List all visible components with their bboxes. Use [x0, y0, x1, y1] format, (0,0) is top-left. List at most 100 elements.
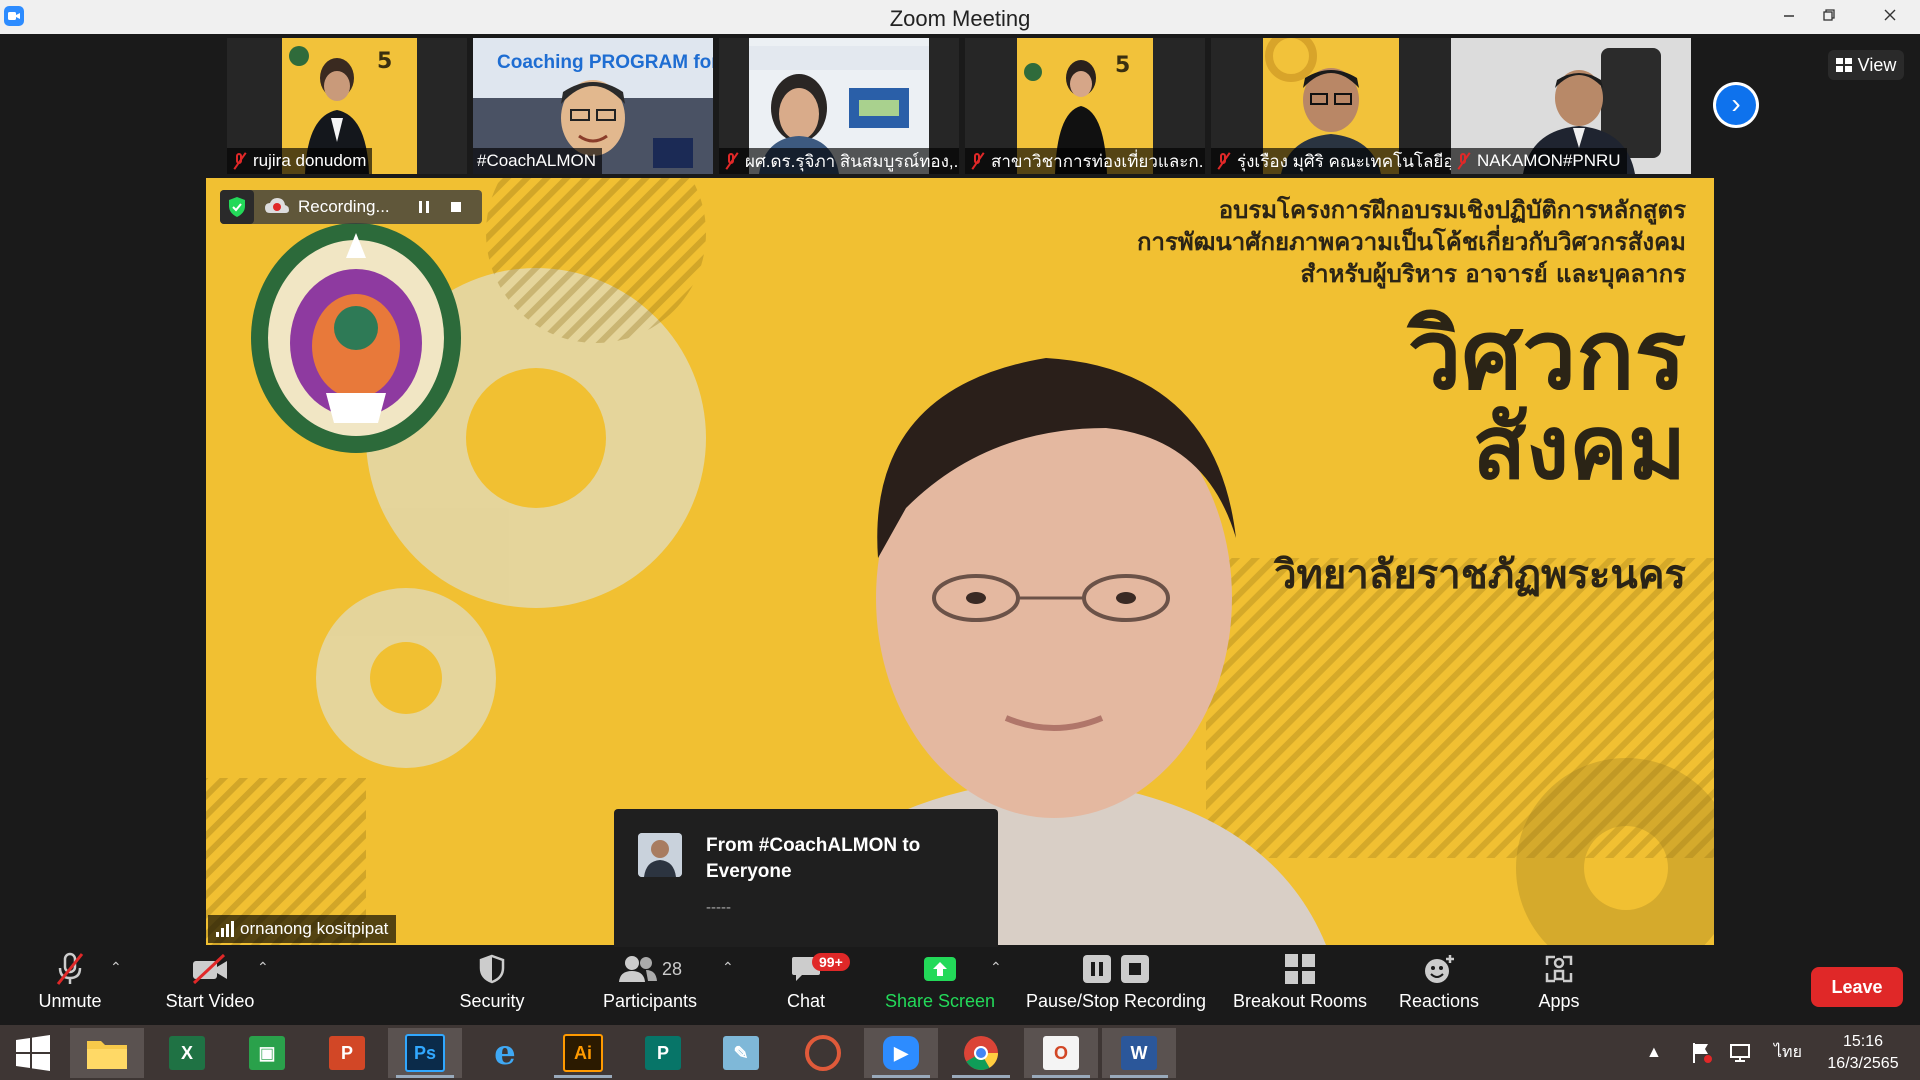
participant-thumbnail[interactable]: Coaching PROGRAM for #CoachALMON	[473, 38, 713, 174]
clock-date: 16/3/2565	[1827, 1055, 1899, 1072]
restore-button[interactable]	[1806, 0, 1852, 30]
unmute-label: Unmute	[38, 991, 102, 1011]
zoom-icon: ▶	[883, 1036, 919, 1070]
taskbar-file-explorer[interactable]	[70, 1028, 144, 1078]
illustrator-icon: Ai	[563, 1034, 603, 1072]
slide-line-2: การพัฒนาศักยภาพความเป็นโค้ชเกี่ยวกับวิศว…	[1137, 224, 1686, 256]
show-hidden-icons-button[interactable]: ▲	[1646, 1025, 1662, 1080]
taskbar-store[interactable]: ▣	[230, 1028, 304, 1078]
participants-count: 28	[661, 958, 683, 979]
pause-recording-button[interactable]	[408, 200, 440, 214]
participant-name-tag: ผศ.ดร.รุจิภา สินสมบูรณ์ทอง,...	[719, 148, 959, 174]
recording-indicator: Recording...	[220, 190, 482, 224]
stop-icon	[451, 202, 461, 212]
participant-thumbnail[interactable]: รุ่งเรือง มุศิริ คณะเทคโนโลยีอุ...	[1211, 38, 1451, 174]
chat-notification-popup[interactable]: From #CoachALMON to Everyone -----	[614, 809, 998, 967]
chevron-right-icon: ›	[1716, 85, 1756, 125]
leave-button[interactable]: Leave	[1811, 967, 1903, 1007]
muted-mic-icon	[969, 152, 985, 170]
smiley-icon	[1425, 955, 1454, 983]
breakout-rooms-button[interactable]: Breakout Rooms	[1230, 947, 1370, 1025]
start-button[interactable]	[0, 1028, 66, 1078]
network-icon[interactable]	[1728, 1025, 1752, 1080]
taskbar-publisher[interactable]: P	[626, 1028, 700, 1078]
taskbar-zoom[interactable]: ▶	[864, 1028, 938, 1078]
speaker-name: ornanong kositpipat	[240, 919, 389, 938]
view-button-label: View	[1857, 54, 1897, 75]
start-video-label: Start Video	[165, 991, 255, 1011]
video-options-chevron-up-icon[interactable]: ⌃	[257, 959, 269, 976]
clock-time: 15:16	[1842, 1033, 1884, 1050]
start-video-button[interactable]: Start Video	[160, 947, 260, 1025]
internet-explorer-icon: e	[494, 1033, 516, 1073]
apps-label: Apps	[1538, 991, 1580, 1011]
apps-button[interactable]: Apps	[1526, 947, 1592, 1025]
avatar	[638, 833, 682, 877]
close-button[interactable]	[1860, 0, 1920, 30]
share-options-chevron-up-icon[interactable]: ⌃	[990, 959, 1002, 976]
taskbar-photoscape[interactable]	[786, 1028, 860, 1078]
participant-thumbnail-strip: 5 rujira donudom Coaching PROGRAM for #C…	[227, 38, 1695, 174]
stop-icon	[1121, 955, 1149, 983]
taskbar-notepad[interactable]: ✎	[704, 1028, 778, 1078]
windows-logo-icon	[16, 1035, 50, 1071]
participant-name-tag: rujira donudom	[227, 148, 373, 174]
next-page-button[interactable]: ›	[1713, 82, 1759, 128]
participant-thumbnail[interactable]: 5 สาขาวิชาการท่องเที่ยวและก...	[965, 38, 1205, 174]
participant-name: NAKAMON#PNRU	[1477, 151, 1621, 170]
shield-check-icon	[220, 190, 254, 224]
participants-button[interactable]: 28 Participants	[596, 947, 704, 1025]
action-center-flag-icon[interactable]	[1690, 1025, 1714, 1080]
security-button[interactable]: Security	[452, 947, 532, 1025]
participant-name: rujira donudom	[253, 151, 367, 170]
taskbar-illustrator[interactable]: Ai	[546, 1028, 620, 1078]
language-indicator[interactable]: ไทย	[1774, 1025, 1802, 1080]
audio-options-chevron-up-icon[interactable]: ⌃	[110, 959, 122, 976]
taskbar-photoshop[interactable]: Ps	[388, 1028, 462, 1078]
pause-stop-recording-button[interactable]: Pause/Stop Recording	[1024, 947, 1208, 1025]
view-button[interactable]: View	[1828, 50, 1904, 80]
pause-icon	[419, 201, 429, 213]
excel-icon: X	[169, 1036, 205, 1070]
meeting-toolbar: Unmute ⌃ Start Video ⌃ Security 28 Parti…	[0, 947, 1920, 1025]
taskbar-office[interactable]: O	[1024, 1028, 1098, 1078]
taskbar-word[interactable]: W	[1102, 1028, 1176, 1078]
stop-recording-button[interactable]	[440, 201, 472, 213]
recording-cloud-icon	[265, 198, 289, 213]
chrome-icon	[964, 1036, 998, 1070]
unmute-button[interactable]: Unmute	[28, 947, 112, 1025]
grid-view-icon	[1835, 58, 1852, 72]
reactions-button[interactable]: Reactions	[1394, 947, 1484, 1025]
participant-thumbnail[interactable]: 5 rujira donudom	[227, 38, 467, 174]
participant-name: สาขาวิชาการท่องเที่ยวและก...	[991, 151, 1205, 171]
participant-thumbnail[interactable]: ผศ.ดร.รุจิภา สินสมบูรณ์ทอง,...	[719, 38, 959, 174]
participant-thumbnail[interactable]: NAKAMON#PNRU	[1451, 38, 1691, 174]
muted-mic-icon	[231, 152, 247, 170]
shield-icon	[479, 954, 505, 984]
participants-label: Participants	[602, 991, 698, 1011]
close-icon	[1884, 9, 1896, 21]
svg-text:5: 5	[377, 49, 392, 74]
chat-sender: From #CoachALMON to Everyone	[706, 835, 921, 882]
taskbar-powerpoint[interactable]: P	[310, 1028, 384, 1078]
muted-mic-icon	[1215, 152, 1231, 170]
taskbar-internet-explorer[interactable]: e	[468, 1028, 542, 1078]
share-screen-label: Share Screen	[884, 991, 996, 1011]
participant-name: #CoachALMON	[477, 151, 597, 170]
notepad-icon: ✎	[723, 1036, 759, 1070]
taskbar-chrome[interactable]	[944, 1028, 1018, 1078]
taskbar-excel[interactable]: X	[150, 1028, 224, 1078]
recording-label: Pause/Stop Recording	[1025, 991, 1207, 1011]
speaker-name-tag: ornanong kositpipat	[208, 915, 397, 943]
participants-icon	[618, 956, 657, 982]
chat-label: Chat	[786, 991, 826, 1011]
powerpoint-icon: P	[329, 1036, 365, 1070]
minimize-icon	[1784, 15, 1794, 17]
participant-name-tag: #CoachALMON	[473, 148, 603, 174]
system-clock[interactable]: 15:16 16/3/2565	[1818, 1031, 1908, 1075]
share-screen-button[interactable]: Share Screen	[880, 947, 1000, 1025]
title-bar: Zoom Meeting	[0, 0, 1920, 34]
muted-mic-icon	[56, 952, 84, 985]
restore-icon	[1823, 9, 1835, 21]
participants-options-chevron-up-icon[interactable]: ⌃	[722, 959, 734, 976]
